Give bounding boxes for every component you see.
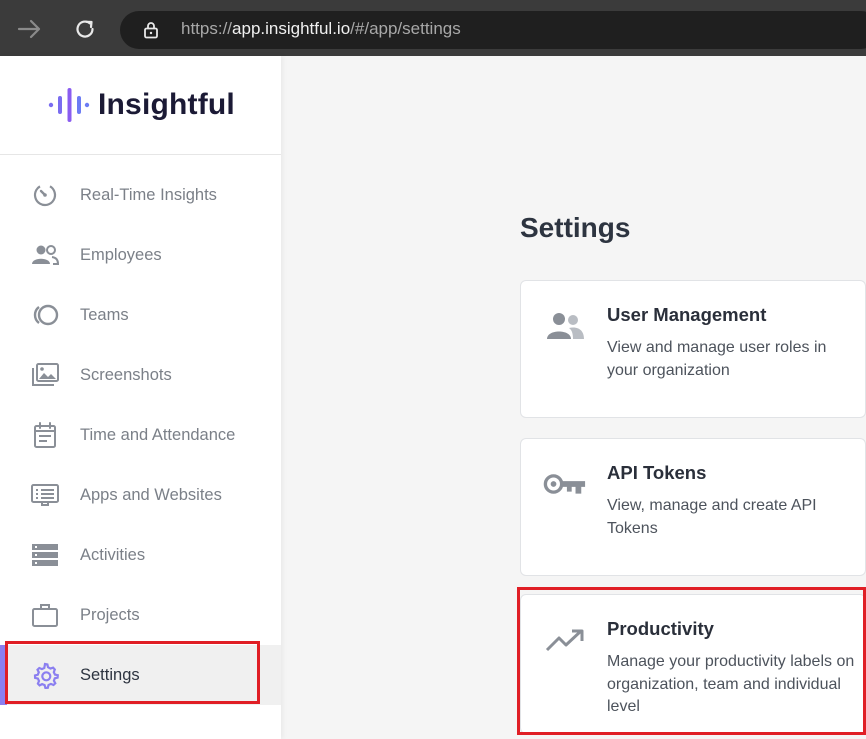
people-icon bbox=[30, 241, 60, 269]
teams-icon bbox=[30, 301, 60, 329]
brand-logo[interactable]: Insightful bbox=[48, 84, 235, 126]
list-icon bbox=[30, 541, 60, 569]
url-path: /#/app/settings bbox=[350, 19, 461, 38]
monitor-icon bbox=[30, 481, 60, 509]
card-description: View, manage and create API Tokens bbox=[607, 497, 817, 537]
card-description: View and manage user roles in your organ… bbox=[607, 339, 827, 379]
sidebar-item-teams[interactable]: Teams bbox=[0, 285, 281, 345]
sidebar-item-screenshots[interactable]: Screenshots bbox=[0, 345, 281, 405]
sidebar: Insightful Real-Time Insights Employees bbox=[0, 56, 281, 739]
card-api-tokens[interactable]: API Tokens View, manage and create API T… bbox=[520, 438, 866, 576]
url-host: app.insightful.io bbox=[232, 19, 351, 38]
sidebar-item-label: Activities bbox=[80, 545, 146, 564]
reload-icon bbox=[76, 20, 94, 38]
sidebar-divider bbox=[0, 154, 281, 155]
calendar-icon bbox=[30, 421, 60, 449]
speedometer-icon bbox=[30, 181, 60, 209]
card-title: User Management bbox=[607, 304, 767, 325]
card-user-management[interactable]: User Management View and manage user rol… bbox=[520, 280, 866, 418]
brand-name: Insightful bbox=[98, 88, 235, 121]
sidebar-item-employees[interactable]: Employees bbox=[0, 225, 281, 285]
highlight-box-settings bbox=[5, 641, 260, 704]
sidebar-item-label: Time and Attendance bbox=[80, 425, 236, 444]
sidebar-item-label: Projects bbox=[80, 605, 140, 624]
browser-toolbar: https://app.insightful.io/#/app/settings bbox=[0, 0, 866, 56]
lock-icon bbox=[144, 22, 158, 39]
sidebar-item-label: Real-Time Insights bbox=[80, 185, 217, 204]
users-icon bbox=[543, 309, 587, 343]
insightful-logo-icon bbox=[48, 88, 90, 122]
forward-button[interactable] bbox=[15, 14, 45, 44]
sidebar-item-label: Screenshots bbox=[80, 365, 172, 384]
images-icon bbox=[30, 361, 60, 389]
highlight-box-productivity bbox=[517, 587, 866, 735]
sidebar-item-label: Employees bbox=[80, 245, 162, 264]
briefcase-icon bbox=[30, 601, 60, 629]
sidebar-item-label: Teams bbox=[80, 305, 129, 324]
url-text: https://app.insightful.io/#/app/settings bbox=[181, 19, 461, 39]
card-title: API Tokens bbox=[607, 462, 707, 483]
sidebar-item-activities[interactable]: Activities bbox=[0, 525, 281, 585]
page-title: Settings bbox=[520, 212, 631, 243]
address-bar[interactable]: https://app.insightful.io/#/app/settings bbox=[120, 11, 866, 49]
sidebar-item-projects[interactable]: Projects bbox=[0, 585, 281, 645]
key-icon bbox=[543, 467, 587, 501]
reload-button[interactable] bbox=[70, 14, 100, 44]
sidebar-item-apps-and-websites[interactable]: Apps and Websites bbox=[0, 465, 281, 525]
sidebar-item-time-and-attendance[interactable]: Time and Attendance bbox=[0, 405, 281, 465]
url-scheme: https:// bbox=[181, 19, 233, 38]
sidebar-item-real-time-insights[interactable]: Real-Time Insights bbox=[0, 165, 281, 225]
sidebar-item-label: Apps and Websites bbox=[80, 485, 222, 504]
arrow-right-icon bbox=[17, 19, 41, 39]
